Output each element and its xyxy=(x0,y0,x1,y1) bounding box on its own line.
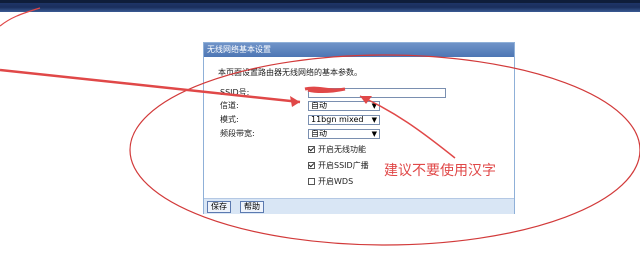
chevron-down-icon: ▼ xyxy=(371,130,377,138)
chevron-down-icon: ▼ xyxy=(371,102,377,110)
mode-select-value: 11bgn mixed xyxy=(311,115,364,124)
button-bar: 保存 帮助 xyxy=(204,198,514,214)
channel-select[interactable]: 自动 ▼ xyxy=(308,101,380,111)
enable-ssid-broadcast-label: 开启SSID广播 xyxy=(318,161,369,170)
enable-wds-row[interactable]: 开启WDS xyxy=(308,176,353,187)
bandwidth-select[interactable]: 自动 ▼ xyxy=(308,129,380,139)
panel-description: 本页面设置路由器无线网络的基本参数。 xyxy=(218,68,362,77)
channel-select-value: 自动 xyxy=(311,101,327,110)
ssid-input[interactable] xyxy=(308,88,446,98)
enable-wds-label: 开启WDS xyxy=(318,177,354,186)
channel-label: 信道: xyxy=(220,101,239,110)
chevron-down-icon: ▼ xyxy=(371,116,377,124)
mode-select[interactable]: 11bgn mixed ▼ xyxy=(308,115,380,125)
annotation-text: 建议不要使用汉字 xyxy=(384,163,496,179)
help-button[interactable]: 帮助 xyxy=(240,201,264,213)
enable-ssid-broadcast-row[interactable]: 开启SSID广播 xyxy=(308,160,369,171)
enable-wireless-label: 开启无线功能 xyxy=(318,145,366,154)
panel-title: 无线网络基本设置 xyxy=(204,43,514,57)
top-banner-band xyxy=(0,0,640,3)
enable-wireless-checkbox[interactable] xyxy=(308,146,315,153)
top-banner xyxy=(0,0,640,12)
wireless-settings-panel: 无线网络基本设置 本页面设置路由器无线网络的基本参数。 SSID号: 信道: 自… xyxy=(203,42,515,214)
bandwidth-select-value: 自动 xyxy=(311,129,327,138)
enable-wireless-row[interactable]: 开启无线功能 xyxy=(308,144,366,155)
mode-label: 模式: xyxy=(220,115,239,124)
save-button[interactable]: 保存 xyxy=(207,201,231,213)
bandwidth-label: 频段带宽: xyxy=(220,129,255,138)
ssid-label: SSID号: xyxy=(220,88,250,97)
enable-ssid-broadcast-checkbox[interactable] xyxy=(308,162,315,169)
enable-wds-checkbox[interactable] xyxy=(308,178,315,185)
